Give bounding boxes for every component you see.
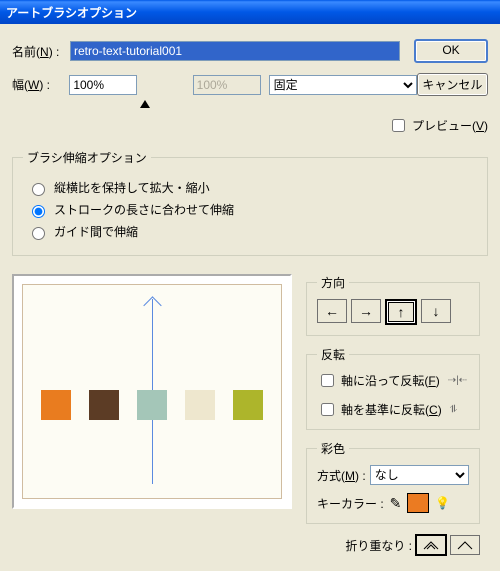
flip-across-checkbox[interactable] <box>321 403 334 416</box>
flip-along-checkbox[interactable] <box>321 374 334 387</box>
keycolor-label: キーカラー : <box>317 495 384 512</box>
color-fieldset: 彩色 方式(M) : なし キーカラー : ✎ 💡 <box>306 440 480 524</box>
preview-label: プレビュー(V) <box>412 117 488 134</box>
flip-along-label: 軸に沿って反転(F) <box>341 372 440 389</box>
slider-handle[interactable] <box>140 100 150 108</box>
direction-fieldset: 方向 ← → ↑ ↓ <box>306 274 480 336</box>
overlap-btn-2[interactable] <box>450 535 480 555</box>
stretch-radio-3[interactable] <box>32 227 45 240</box>
stretch-legend: ブラシ伸縮オプション <box>23 149 151 166</box>
title-bar: アートブラシオプション <box>0 0 500 24</box>
width-label: 幅(W) : <box>12 76 69 93</box>
flip-along-icon: ⇢|⇠ <box>448 375 467 386</box>
stretch-opt2-label: ストロークの長さに合わせて伸縮 <box>54 201 234 218</box>
swatch-1 <box>41 390 71 420</box>
direction-left-button[interactable]: ← <box>317 299 347 323</box>
flip-fieldset: 反転 軸に沿って反転(F) ⇢|⇠ 軸を基準に反転(C) ⥮ <box>306 346 480 430</box>
preview-checkbox[interactable] <box>392 119 405 132</box>
direction-legend: 方向 <box>317 274 349 291</box>
name-input[interactable] <box>70 41 400 61</box>
stretch-opt3-label: ガイド間で伸縮 <box>54 223 138 240</box>
direction-right-button[interactable]: → <box>351 299 381 323</box>
stretch-opt1-label: 縦横比を保持して拡大・縮小 <box>54 179 210 196</box>
direction-up-button[interactable]: ↑ <box>385 299 417 325</box>
flip-legend: 反転 <box>317 346 349 363</box>
swatch-4 <box>185 390 215 420</box>
flip-across-icon: ⥮ <box>450 404 457 415</box>
overlap-btn-1[interactable] <box>415 534 447 556</box>
tips-icon[interactable]: 💡 <box>435 496 450 510</box>
width-input-1[interactable] <box>69 75 137 95</box>
swatch-2 <box>89 390 119 420</box>
cancel-button[interactable]: キャンセル <box>417 73 488 96</box>
color-method-select[interactable]: なし <box>370 465 469 485</box>
flip-across-label: 軸を基準に反転(C) <box>341 401 442 418</box>
window-title: アートブラシオプション <box>6 4 137 21</box>
name-label: 名前(N) : <box>12 43 70 60</box>
preview-swatches <box>23 390 281 420</box>
ok-button[interactable]: OK <box>414 39 488 63</box>
swatch-3 <box>137 390 167 420</box>
width-input-2 <box>193 75 261 95</box>
stretch-fieldset: ブラシ伸縮オプション 縦横比を保持して拡大・縮小 ストロークの長さに合わせて伸縮… <box>12 149 488 256</box>
eyedropper-icon[interactable]: ✎ <box>390 495 402 512</box>
stretch-radio-1[interactable] <box>32 183 45 196</box>
scale-mode-select[interactable]: 固定 <box>269 75 417 95</box>
swatch-5 <box>233 390 263 420</box>
method-label: 方式(M) : <box>317 467 366 484</box>
color-legend: 彩色 <box>317 440 349 457</box>
direction-down-button[interactable]: ↓ <box>421 299 451 323</box>
overlap-label: 折り重なり : <box>345 537 412 554</box>
keycolor-swatch[interactable] <box>407 493 429 513</box>
brush-preview <box>12 274 292 509</box>
stretch-radio-2[interactable] <box>32 205 45 218</box>
